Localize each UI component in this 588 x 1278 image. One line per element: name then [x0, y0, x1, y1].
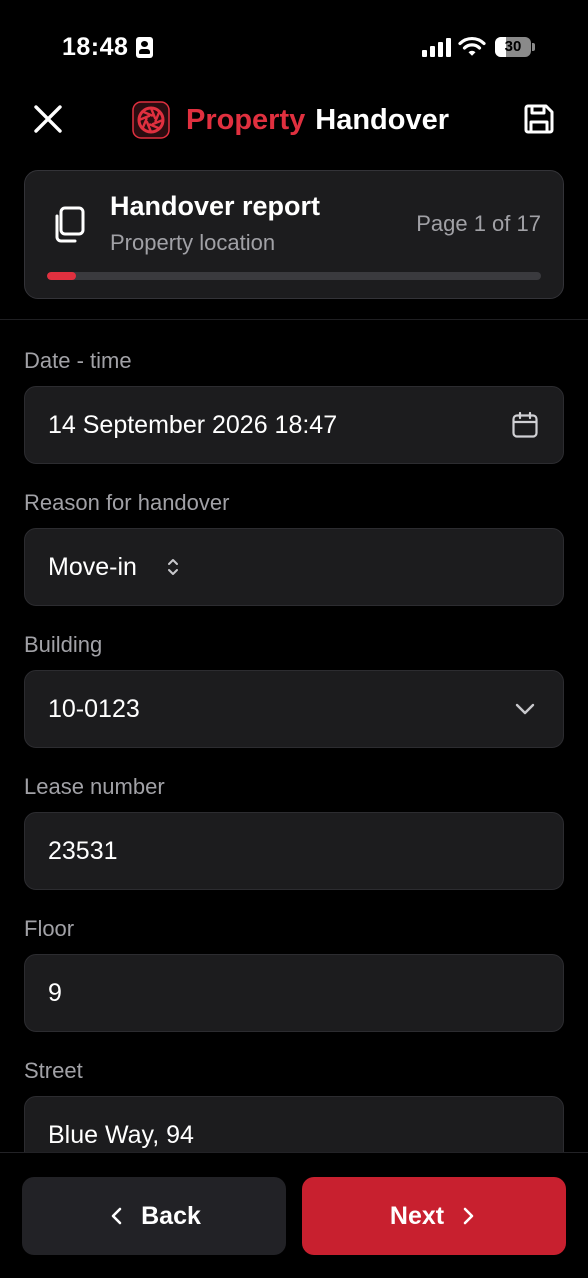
chevron-up-down-icon — [168, 559, 178, 575]
floor-label: Floor — [24, 916, 75, 941]
status-time: 18:48 — [62, 33, 129, 61]
lease-number-label: Lease number — [24, 774, 165, 799]
chevron-down-icon — [515, 703, 535, 715]
floor-value: 9 — [48, 979, 62, 1007]
wifi-icon — [458, 36, 486, 56]
street-label: Street — [24, 1058, 83, 1083]
battery-level: 30 — [504, 38, 522, 55]
back-button[interactable]: Back — [22, 1177, 286, 1255]
building-select[interactable]: 10-0123 — [24, 670, 564, 748]
progress-bar — [47, 272, 77, 280]
battery-icon: 30 — [495, 37, 535, 57]
building-label: Building — [24, 632, 103, 657]
progress-track — [47, 272, 541, 280]
report-title: Handover report — [110, 191, 321, 221]
copy-icon — [55, 206, 85, 243]
reason-label: Reason for handover — [24, 490, 230, 515]
chevron-left-icon — [111, 1207, 122, 1225]
aperture-logo-icon — [132, 101, 170, 139]
status-bar: 18:48 30 — [0, 0, 588, 96]
back-button-label: Back — [141, 1201, 201, 1230]
app-title-handover: Handover — [315, 103, 450, 136]
building-value: 10-0123 — [48, 695, 140, 723]
page-indicator: Page 1 of 17 — [416, 211, 541, 236]
calendar-icon[interactable] — [511, 411, 539, 439]
floor-input[interactable]: 9 — [24, 954, 564, 1032]
date-time-value: 14 September 2026 18:47 — [48, 411, 338, 439]
bottom-navigation: Back Next — [0, 1152, 588, 1278]
close-icon[interactable] — [30, 101, 66, 137]
cellular-signal-icon — [422, 37, 452, 57]
date-time-field[interactable]: 14 September 2026 18:47 — [24, 386, 564, 464]
divider — [0, 319, 588, 320]
report-subtitle: Property location — [110, 230, 276, 255]
app-title: Property Handover — [132, 100, 449, 140]
lease-number-value: 23531 — [48, 837, 118, 865]
app-title-property: Property — [186, 103, 306, 136]
reason-value: Move-in — [48, 553, 137, 581]
save-icon[interactable] — [521, 101, 557, 137]
contact-card-icon — [136, 37, 153, 58]
reason-select[interactable]: Move-in — [24, 528, 564, 606]
date-time-label: Date - time — [24, 348, 132, 373]
report-summary-card: Handover report Property location Page 1… — [24, 170, 564, 299]
next-button-label: Next — [389, 1201, 445, 1230]
lease-number-input[interactable]: 23531 — [24, 812, 564, 890]
chevron-right-icon — [463, 1207, 474, 1225]
next-button[interactable]: Next — [302, 1177, 566, 1255]
